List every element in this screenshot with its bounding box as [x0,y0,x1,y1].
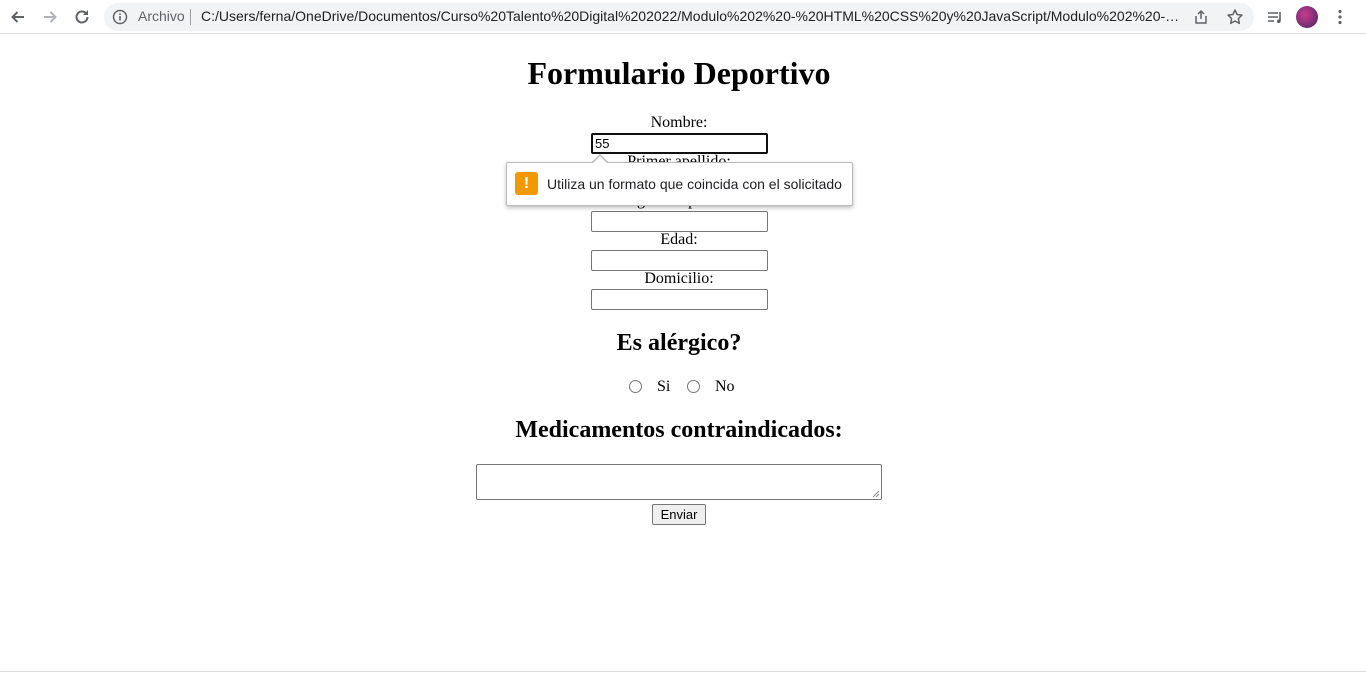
window-bottom-border [0,671,1366,672]
warning-icon: ! [515,172,538,195]
menu-kebab-icon[interactable] [1328,5,1352,29]
address-bar[interactable]: Archivo C:/Users/ferna/OneDrive/Document… [104,3,1254,31]
star-icon[interactable] [1226,8,1244,26]
back-arrow-icon[interactable] [5,4,31,30]
profile-avatar[interactable] [1295,5,1319,29]
medications-textarea[interactable] [476,464,882,500]
reading-list-icon[interactable] [1263,5,1287,29]
radio-no-label: No [715,378,735,395]
address-label: Archivo [138,8,185,24]
reload-icon[interactable] [69,4,95,30]
submit-button[interactable]: Enviar [652,504,706,525]
address-separator [190,9,191,25]
radio-no[interactable] [687,380,700,393]
url-text[interactable]: C:/Users/ferna/OneDrive/Documentos/Curso… [201,8,1186,24]
label-nombre: Nombre: [650,114,708,131]
share-icon[interactable] [1192,8,1210,26]
domicilio-input[interactable] [591,289,768,310]
page-title: Formulario Deportivo [527,55,831,91]
resize-grip-icon[interactable] [871,489,880,498]
avatar-image [1296,6,1318,28]
allergy-heading: Es alérgico? [616,330,742,356]
info-icon[interactable] [112,9,128,25]
label-domicilio: Domicilio: [644,270,714,287]
segundo-apellido-input[interactable] [591,211,768,232]
edad-input[interactable] [591,250,768,271]
nombre-input[interactable] [591,133,768,154]
forward-arrow-icon[interactable] [37,4,63,30]
radio-si-label: Si [657,378,671,395]
label-edad: Edad: [660,231,698,248]
browser-toolbar: Archivo C:/Users/ferna/OneDrive/Document… [0,0,1366,34]
validation-bubble: ! Utiliza un formato que coincida con el… [506,162,853,206]
bubble-arrow-inner [592,156,608,164]
validation-message: Utiliza un formato que coincida con el s… [547,176,842,192]
medications-heading: Medicamentos contraindicados: [515,417,843,443]
radio-si[interactable] [629,380,642,393]
